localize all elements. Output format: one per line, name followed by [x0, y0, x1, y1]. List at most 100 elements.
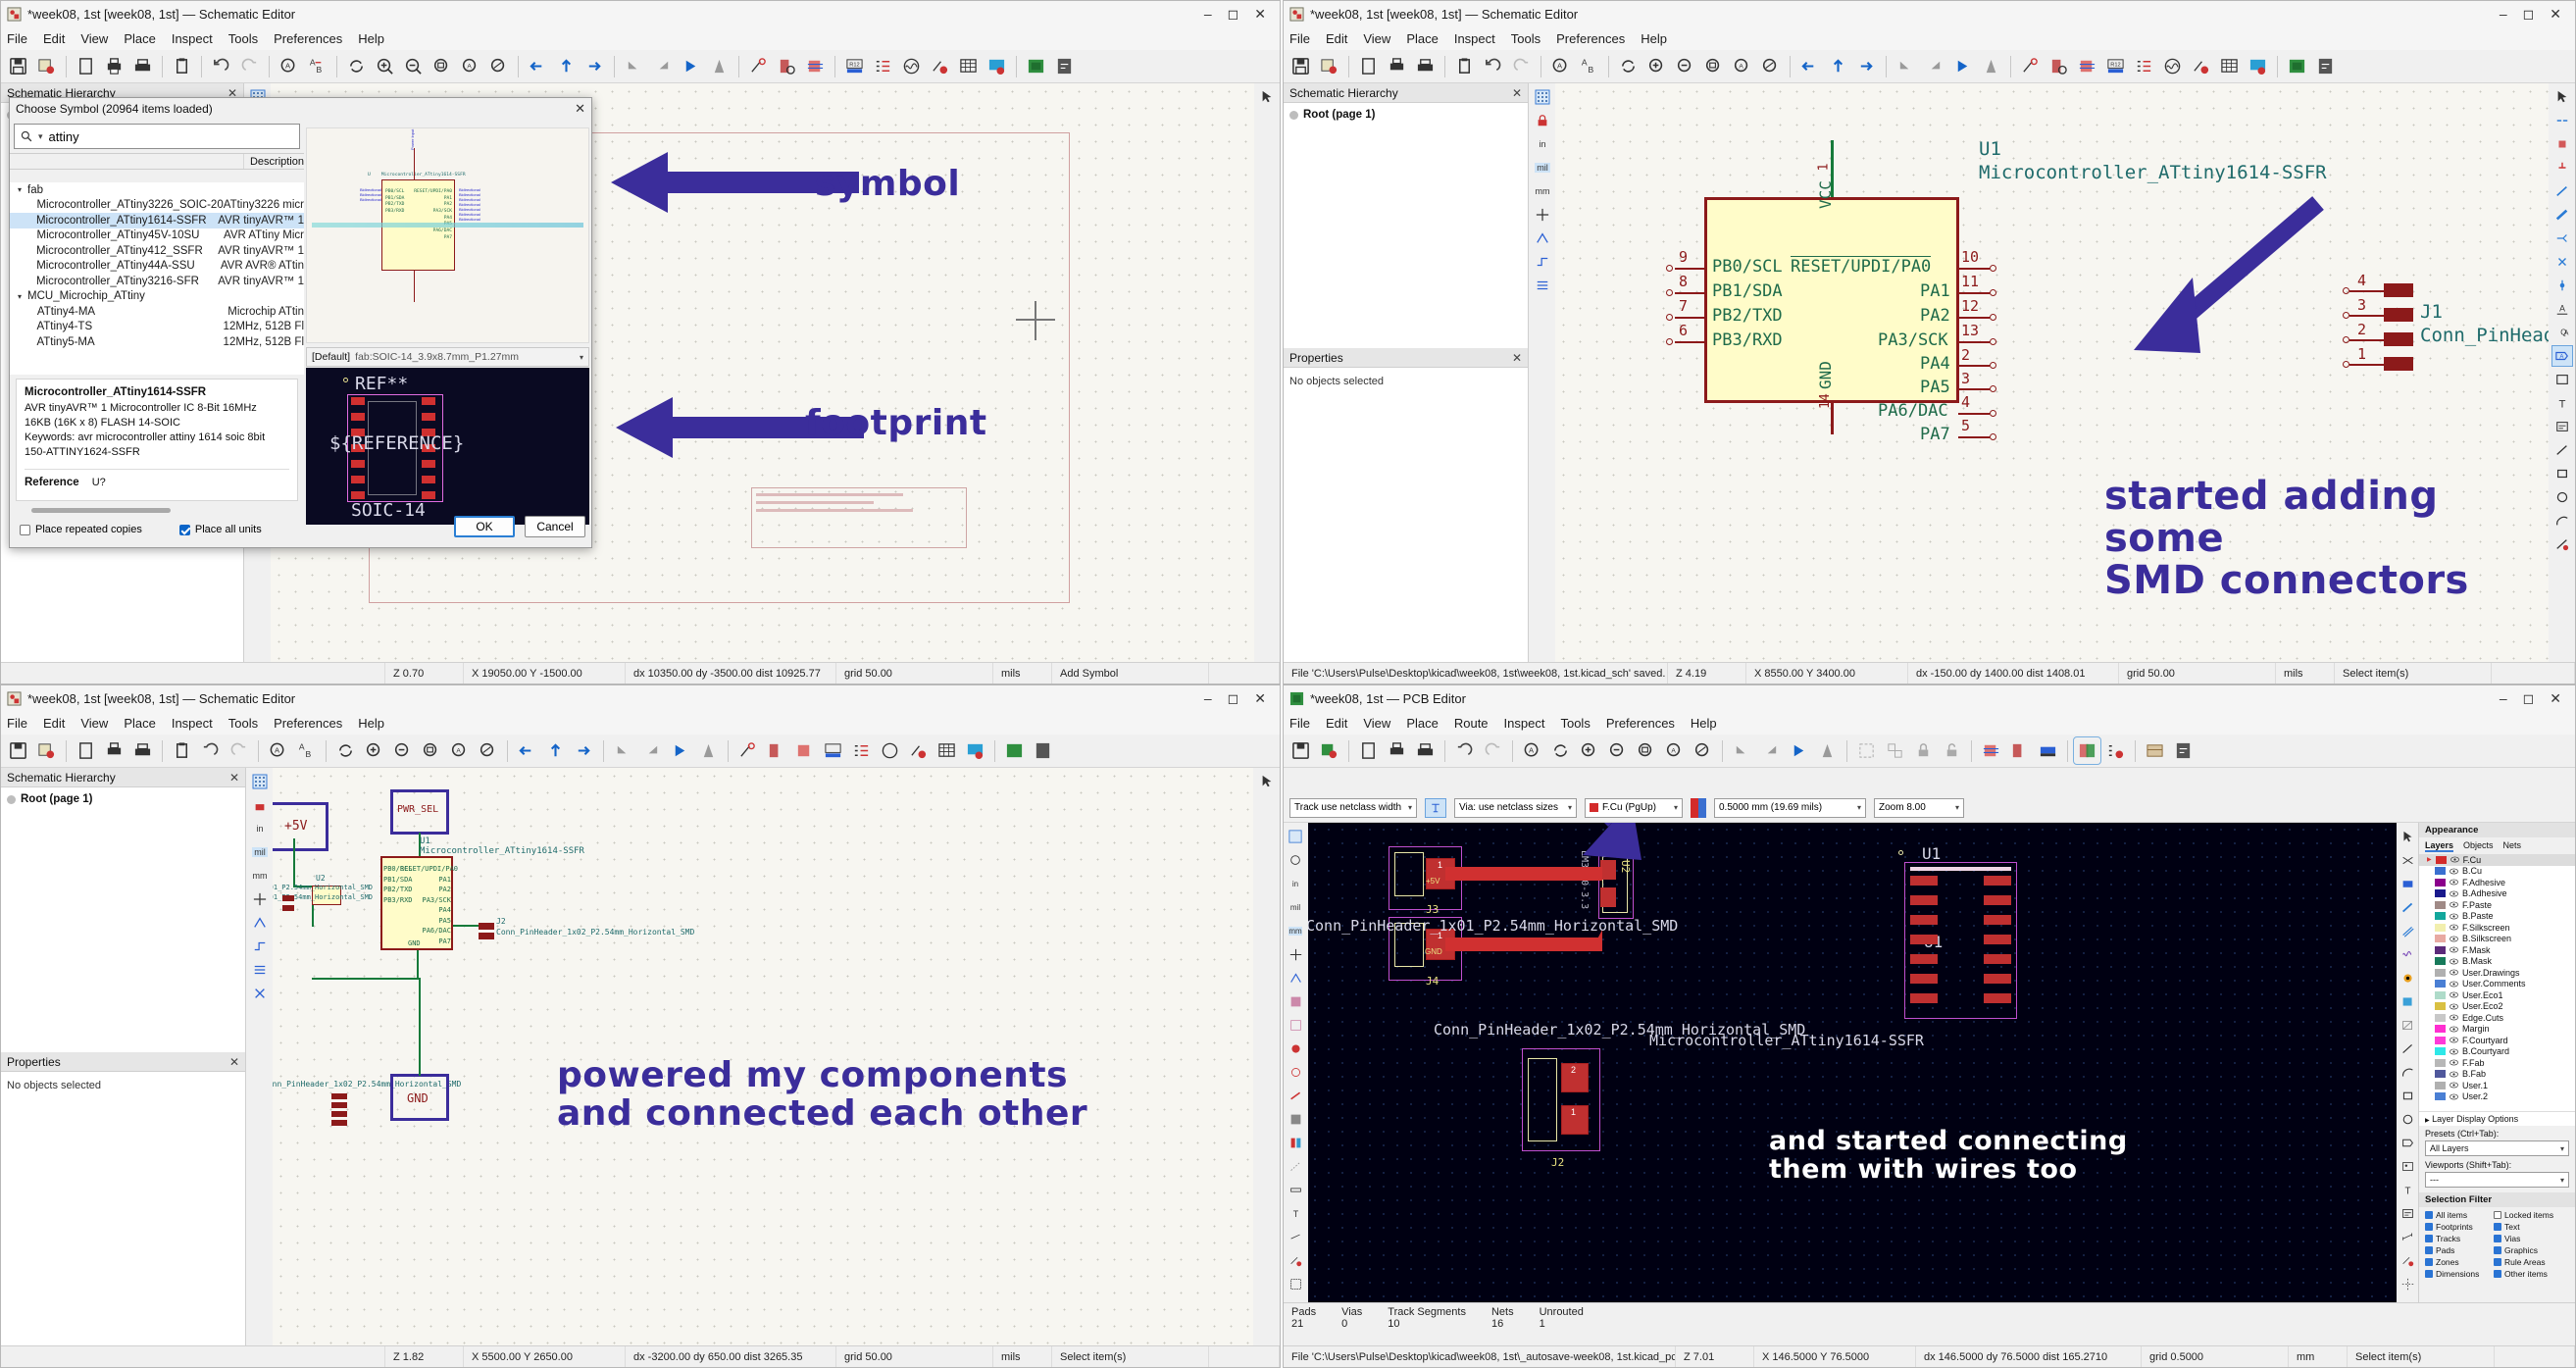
schematic-setup-icon[interactable] [1316, 53, 1342, 79]
add-rule-area-icon[interactable] [2397, 1014, 2418, 1036]
eye-icon[interactable] [2450, 991, 2458, 998]
cursor-icon[interactable] [249, 888, 271, 910]
tree-item[interactable]: ATtiny4-MA Microchip ATtin [10, 304, 304, 320]
board-setup-icon[interactable] [1316, 737, 1342, 764]
units-mm-icon[interactable]: mm [1285, 920, 1306, 941]
units-mm-icon[interactable]: mm [1532, 180, 1553, 202]
page-settings-icon[interactable] [73, 737, 99, 764]
menu-view[interactable]: View [1363, 31, 1390, 46]
find-replace-icon[interactable]: AB [293, 737, 320, 764]
find-icon[interactable]: A [1519, 737, 1545, 764]
menu-edit[interactable]: Edit [43, 716, 65, 731]
mirror-h-icon[interactable] [514, 737, 540, 764]
mirror-y-icon[interactable] [695, 737, 722, 764]
footprint-editor-icon[interactable] [1978, 737, 2004, 764]
find-icon[interactable]: A [1547, 53, 1574, 79]
delete-icon[interactable] [2397, 1249, 2418, 1271]
scripting-icon[interactable] [2312, 53, 2339, 79]
maximize-button[interactable]: ◻ [1228, 7, 1239, 21]
zoom-objects-icon[interactable]: A [457, 53, 483, 79]
eye-icon[interactable] [2450, 1014, 2458, 1021]
spreadsheet-icon[interactable] [2216, 53, 2243, 79]
draw-rect-icon[interactable] [2397, 1085, 2418, 1106]
simulator-icon[interactable] [2159, 53, 2186, 79]
unlock-icon[interactable] [1939, 737, 1965, 764]
page-settings-icon[interactable] [1355, 737, 1382, 764]
draw-line-icon[interactable] [2397, 1038, 2418, 1059]
zoom-in-icon[interactable] [372, 53, 398, 79]
undo-icon[interactable] [197, 737, 224, 764]
pad-u1[interactable] [1910, 974, 1938, 984]
page-settings-icon[interactable] [73, 53, 99, 79]
eye-icon[interactable] [2450, 936, 2458, 942]
menu-view[interactable]: View [80, 716, 108, 731]
bom-icon[interactable] [848, 737, 875, 764]
vias-sketch-icon[interactable] [1285, 1061, 1306, 1083]
mirror-x-icon[interactable] [678, 53, 704, 79]
eye-icon[interactable] [2450, 868, 2458, 875]
menu-inspect[interactable]: Inspect [1504, 716, 1545, 731]
menu-preferences[interactable]: Preferences [274, 716, 342, 731]
scripting-icon[interactable] [1051, 53, 1078, 79]
find-icon[interactable]: A [276, 53, 302, 79]
tab-layers[interactable]: Layers [2425, 840, 2454, 852]
select-tool-icon[interactable] [2397, 826, 2418, 847]
pad-u1[interactable] [1984, 895, 2011, 905]
zoom-objects-icon[interactable]: A [1729, 53, 1755, 79]
zones-filled-icon[interactable] [1285, 990, 1306, 1012]
footprint-select[interactable]: [Default] fab:SOIC-14_3.9x8.7mm_P1.27mm … [306, 347, 589, 367]
menu-preferences[interactable]: Preferences [1606, 716, 1675, 731]
draw-arc-icon[interactable] [2397, 1061, 2418, 1083]
mirror-v-icon[interactable] [542, 737, 569, 764]
zoom-out-icon[interactable] [389, 737, 416, 764]
layer-row[interactable]: User.1 [2419, 1080, 2575, 1091]
eye-icon[interactable] [2450, 856, 2459, 863]
footprint-assign-icon[interactable] [820, 737, 846, 764]
netlist-icon[interactable] [905, 737, 932, 764]
delete-icon[interactable] [2551, 533, 2573, 555]
menu-tools[interactable]: Tools [228, 716, 258, 731]
place-power-icon[interactable] [2551, 157, 2573, 178]
layer-row[interactable]: User.Eco1 [2419, 989, 2575, 1001]
horizontal-scrollbar[interactable] [31, 508, 171, 513]
layer-row[interactable]: B.Adhesive [2419, 888, 2575, 900]
bom-export-icon[interactable] [2245, 53, 2271, 79]
zoom-out-icon[interactable] [400, 53, 427, 79]
pad-u1[interactable] [1984, 935, 2011, 944]
mirror-y-icon[interactable] [1978, 53, 2004, 79]
layer-row[interactable]: F.Adhesive [2419, 877, 2575, 888]
print-icon[interactable] [1384, 53, 1410, 79]
netlist-icon[interactable] [927, 53, 953, 79]
undo-icon[interactable] [208, 53, 234, 79]
mirror-y-icon[interactable] [706, 53, 732, 79]
wire-to-bus-icon[interactable] [2551, 228, 2573, 249]
spreadsheet-icon[interactable] [934, 737, 960, 764]
mirror-v-icon[interactable] [553, 53, 580, 79]
zoom-fit-icon[interactable] [1700, 53, 1727, 79]
select-tool-icon[interactable] [2551, 86, 2573, 108]
pad-u2-2[interactable] [1600, 887, 1616, 907]
tree-group-fab[interactable]: ▾ fab [10, 182, 304, 198]
eye-icon[interactable] [2450, 924, 2458, 931]
menu-help[interactable]: Help [1691, 716, 1717, 731]
auto-track-width-toggle[interactable] [1425, 797, 1446, 818]
draw-circle-icon[interactable] [2551, 486, 2573, 508]
tree-item[interactable]: ATtiny4-TS 12MHz, 512B Fl [10, 320, 304, 335]
zoom-in-icon[interactable] [1643, 53, 1670, 79]
track-width-select[interactable]: Track use netclass width ▾ [1289, 797, 1417, 818]
grid-icon[interactable] [249, 771, 271, 792]
textbox-icon[interactable] [2551, 416, 2573, 437]
minimize-button[interactable]: – [1204, 7, 1212, 21]
lock-icon[interactable] [1532, 110, 1553, 131]
layer-row[interactable]: User.2 [2419, 1091, 2575, 1103]
cursor-icon[interactable] [1532, 204, 1553, 226]
update-pcb-from-schematic-icon[interactable] [2073, 736, 2101, 765]
hierarchy-root-item[interactable]: Root (page 1) [1289, 109, 1522, 121]
plot-icon[interactable] [1412, 53, 1439, 79]
package-icon[interactable] [2142, 737, 2168, 764]
3d-viewer-icon[interactable] [2035, 737, 2061, 764]
select-tool-icon[interactable] [1256, 86, 1278, 108]
via-size-select[interactable]: Via: use netclass sizes ▾ [1454, 797, 1577, 818]
ratsnest-icon[interactable] [1285, 967, 1306, 988]
open-pcb-icon[interactable] [1023, 53, 1049, 79]
